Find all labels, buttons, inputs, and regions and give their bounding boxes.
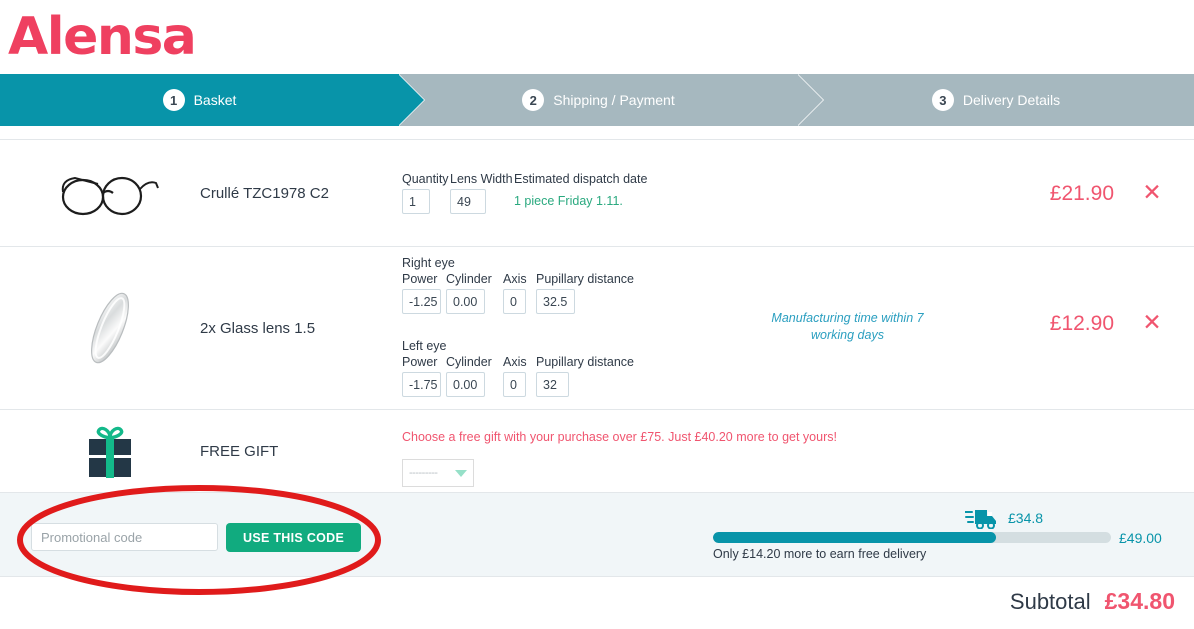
free-gift-select-value: --------- — [409, 467, 438, 479]
free-gift-message: Choose a free gift with your purchase ov… — [402, 430, 837, 444]
delivery-truck-icon — [965, 510, 996, 529]
right-eye-values: -1.25 0.00 0 32.5 — [402, 289, 634, 314]
gift-thumbnail — [40, 410, 180, 492]
left-eye-values: -1.75 0.00 0 32 — [402, 372, 634, 397]
right-eye-pd-input[interactable]: 32.5 — [536, 289, 575, 314]
free-delivery-progress-fill — [713, 532, 996, 543]
step-shipping-payment[interactable]: 2 Shipping / Payment — [399, 74, 823, 126]
dispatch-info: 1 piece Friday 1.11. — [514, 189, 623, 214]
right-eye-headers: Power Cylinder Axis Pupillary distance — [402, 272, 634, 289]
brand-logo[interactable]: Alensa — [8, 6, 197, 68]
right-eye-axis-label: Axis — [503, 272, 527, 286]
promotional-code-input[interactable] — [31, 523, 218, 551]
left-eye-power-label: Power — [402, 355, 438, 369]
eyeglasses-icon — [61, 176, 159, 216]
glasses-thumbnail[interactable] — [40, 140, 180, 246]
step-delivery-number: 3 — [931, 89, 954, 111]
glasses-options: Quantity Lens Width Estimated dispatch d… — [402, 172, 647, 214]
right-eye-cylinder-label: Cylinder — [446, 272, 492, 286]
step-delivery-details[interactable]: 3 Delivery Details — [798, 74, 1194, 126]
manufacturing-time-note: Manufacturing time within 7 working days — [771, 311, 924, 342]
current-cart-amount: £34.8 — [1008, 510, 1044, 526]
product-name-glasses: Crullé TZC1978 C2 — [200, 185, 329, 202]
step-basket[interactable]: 1 Basket — [0, 74, 424, 126]
subtotal: Subtotal £34.80 — [1010, 588, 1175, 615]
subtotal-label: Subtotal — [1009, 589, 1091, 614]
step-shipping-label: Shipping / Payment — [553, 92, 675, 108]
left-eye-cylinder-input[interactable]: 0.00 — [446, 372, 485, 397]
left-eye-axis-label: Axis — [503, 355, 527, 369]
left-eye-title: Left eye — [402, 339, 447, 353]
quantity-input[interactable]: 1 — [402, 189, 430, 214]
step-arrow-1-icon — [398, 74, 424, 126]
lens-width-label: Lens Width — [450, 172, 513, 186]
free-delivery-progress-track — [713, 532, 1111, 543]
dispatch-date-label: Estimated dispatch date — [514, 172, 648, 186]
left-eye-headers: Power Cylinder Axis Pupillary distance — [402, 355, 634, 372]
basket-row-glasses: Crullé TZC1978 C2 Quantity Lens Width Es… — [0, 139, 1194, 246]
right-eye-axis-input[interactable]: 0 — [503, 289, 526, 314]
left-eye-options: Left eye Power Cylinder Axis Pupillary d… — [402, 339, 634, 397]
checkout-basket-page: Alensa 1 Basket 2 Shipping / Payment 3 D… — [0, 0, 1194, 629]
glasses-option-headers: Quantity Lens Width Estimated dispatch d… — [402, 172, 647, 189]
step-arrow-2-icon — [797, 74, 823, 126]
lens-width-input[interactable]: 49 — [450, 189, 486, 214]
product-name-lens: 2x Glass lens 1.5 — [200, 320, 316, 337]
chevron-down-icon — [455, 469, 467, 477]
subtotal-value: £34.80 — [1104, 588, 1175, 614]
basket-row-lens: 2x Glass lens 1.5 Right eye Power Cylind… — [0, 246, 1194, 409]
brand-logo-text: Alensa — [8, 7, 197, 67]
use-this-code-button[interactable]: USE THIS CODE — [226, 523, 362, 552]
price-glasses: £21.90 — [1049, 182, 1114, 205]
step-delivery-label: Delivery Details — [962, 92, 1061, 108]
step-basket-number: 1 — [162, 89, 185, 111]
left-eye-power-input[interactable]: -1.75 — [402, 372, 441, 397]
lens-thumbnail[interactable] — [40, 247, 180, 409]
free-delivery-note: Only £14.20 more to earn free delivery — [713, 547, 927, 561]
free-delivery-goal-amount: £49.00 — [1119, 530, 1162, 546]
step-shipping-number: 2 — [522, 89, 545, 111]
glasses-option-values: 1 49 1 piece Friday 1.11. — [402, 189, 647, 214]
right-eye-power-label: Power — [402, 272, 438, 286]
left-eye-pd-input[interactable]: 32 — [536, 372, 569, 397]
glass-lens-icon — [91, 292, 129, 364]
gift-icon — [89, 426, 131, 478]
price-lens: £12.90 — [1049, 312, 1114, 335]
dispatch-date: Friday 1.11. — [557, 194, 623, 208]
right-eye-cylinder-input[interactable]: 0.00 — [446, 289, 485, 314]
right-eye-options: Right eye Power Cylinder Axis Pupillary … — [402, 256, 634, 314]
checkout-steps: 1 Basket 2 Shipping / Payment 3 Delivery… — [0, 74, 1194, 126]
right-eye-title: Right eye — [402, 256, 455, 270]
remove-glasses-button[interactable]: ✕ — [1141, 182, 1163, 205]
left-eye-cylinder-label: Cylinder — [446, 355, 492, 369]
right-eye-power-input[interactable]: -1.25 — [402, 289, 441, 314]
free-delivery-indicator: £34.8 — [965, 507, 1043, 529]
step-basket-label: Basket — [193, 92, 237, 108]
remove-lens-button[interactable]: ✕ — [1141, 312, 1163, 335]
left-eye-axis-input[interactable]: 0 — [503, 372, 526, 397]
left-eye-pd-label: Pupillary distance — [536, 355, 634, 369]
basket-row-free-gift: FREE GIFT — [0, 409, 1194, 492]
quantity-label: Quantity — [402, 172, 449, 186]
free-gift-select[interactable]: --------- — [402, 459, 474, 487]
free-gift-label: FREE GIFT — [200, 443, 279, 460]
right-eye-pd-label: Pupillary distance — [536, 272, 634, 286]
dispatch-pieces: 1 piece — [514, 194, 555, 208]
